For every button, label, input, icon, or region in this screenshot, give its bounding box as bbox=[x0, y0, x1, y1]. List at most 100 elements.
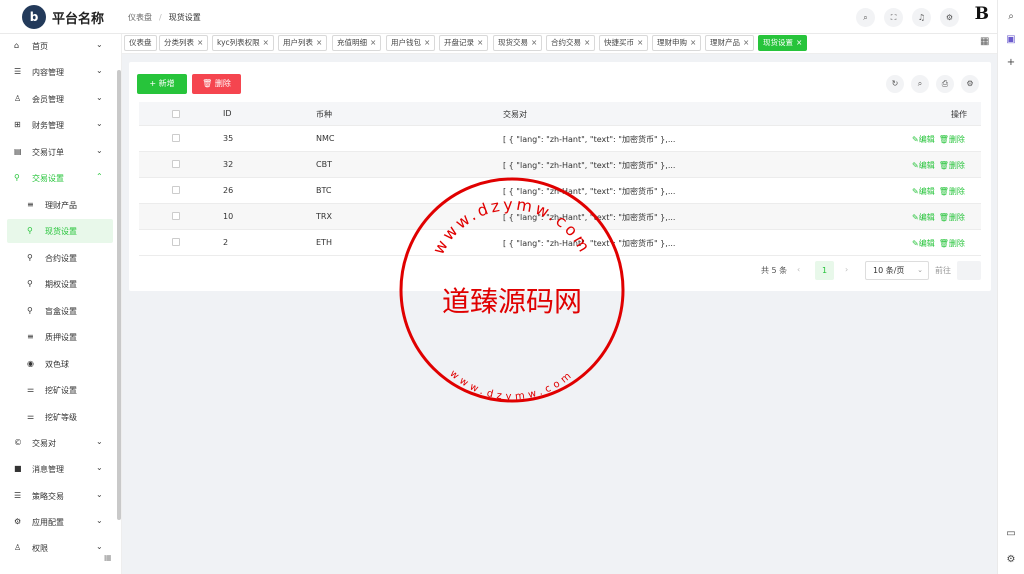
row-checkbox[interactable] bbox=[172, 186, 180, 194]
tab-quick-buy[interactable]: 快捷买币 × bbox=[599, 35, 649, 51]
tab-wealth-subscription[interactable]: 理财申购 × bbox=[652, 35, 702, 51]
sidebar-item-strategy-trading[interactable]: ☰ 策略交易 ⌄ bbox=[0, 484, 117, 508]
brand-b-icon[interactable]: B bbox=[975, 4, 989, 24]
tab-contract-trading[interactable]: 合约交易 × bbox=[546, 35, 596, 51]
close-icon[interactable]: × bbox=[531, 38, 537, 47]
close-icon[interactable]: × bbox=[477, 38, 483, 47]
close-icon[interactable]: × bbox=[197, 38, 203, 47]
tab-label: 现货设置 bbox=[763, 38, 793, 47]
tab-wealth-products[interactable]: 理财产品 × bbox=[705, 35, 755, 51]
sidebar-item-orders[interactable]: ▤ 交易订单 ⌄ bbox=[0, 140, 117, 164]
profile-icon[interactable]: ▣ bbox=[1004, 33, 1018, 47]
delete-link[interactable]: 🗑删除 bbox=[939, 135, 965, 144]
column-settings-icon[interactable]: ⚙ bbox=[961, 75, 979, 93]
row-checkbox[interactable] bbox=[172, 212, 180, 220]
goto-page-input[interactable] bbox=[957, 261, 981, 280]
column-header-id[interactable]: ID bbox=[223, 109, 232, 118]
table-row[interactable]: 10 TRX [ { "lang": "zh-Hant", "text": "加… bbox=[139, 204, 981, 230]
settings-icon[interactable]: ⚙ bbox=[940, 8, 959, 27]
search-icon[interactable]: ⌕ bbox=[1004, 10, 1018, 24]
tab-category-list[interactable]: 分类列表 × bbox=[159, 35, 209, 51]
pagination-page[interactable]: 1 bbox=[815, 261, 834, 280]
sidebar-item-trading-pairs[interactable]: © 交易对 ⌄ bbox=[0, 431, 117, 455]
tab-spot-settings[interactable]: 现货设置 × bbox=[758, 35, 808, 51]
delete-link[interactable]: 🗑删除 bbox=[939, 213, 965, 222]
close-icon[interactable]: × bbox=[424, 38, 430, 47]
collapse-icon[interactable]: ▦ bbox=[104, 553, 112, 562]
edit-link[interactable]: ✎编辑 bbox=[912, 161, 935, 170]
close-icon[interactable]: × bbox=[370, 38, 376, 47]
close-icon[interactable]: × bbox=[584, 38, 590, 47]
sidebar-item-messages[interactable]: ■ 消息管理 ⌄ bbox=[0, 457, 117, 481]
column-header-pair[interactable]: 交易对 bbox=[503, 109, 527, 120]
row-actions: ✎编辑 🗑删除 bbox=[912, 186, 965, 197]
table-row[interactable]: 2 ETH [ { "lang": "zh-Hant", "text": "加密… bbox=[139, 230, 981, 256]
sidebar-item-finance[interactable]: ⊞ 财务管理 ⌄ bbox=[0, 113, 117, 137]
sidebar-item-contract-settings[interactable]: ⚲ 合约设置 bbox=[0, 246, 117, 270]
row-checkbox[interactable] bbox=[172, 238, 180, 246]
table-row[interactable]: 26 BTC [ { "lang": "zh-Hant", "text": "加… bbox=[139, 178, 981, 204]
sidebar-scrollbar[interactable] bbox=[117, 70, 121, 520]
row-checkbox[interactable] bbox=[172, 134, 180, 142]
page-size-select[interactable]: 10 条/页 ⌄ bbox=[865, 261, 929, 280]
close-icon[interactable]: × bbox=[743, 38, 749, 47]
edit-link[interactable]: ✎编辑 bbox=[912, 239, 935, 248]
tab-user-list[interactable]: 用户列表 × bbox=[278, 35, 328, 51]
gear-icon[interactable]: ⚙ bbox=[1004, 553, 1018, 567]
tab-dashboard[interactable]: 仪表盘 bbox=[124, 35, 157, 51]
sidebar-item-double-color-ball[interactable]: ◉ 双色球 bbox=[0, 352, 117, 376]
close-icon[interactable]: × bbox=[796, 38, 802, 47]
tab-user-wallet[interactable]: 用户钱包 × bbox=[386, 35, 436, 51]
close-icon[interactable]: × bbox=[690, 38, 696, 47]
print-icon[interactable]: ⎙ bbox=[936, 75, 954, 93]
app-logo[interactable]: b bbox=[22, 5, 46, 29]
sidebar-item-mining-settings[interactable]: ⚌ 挖矿设置 bbox=[0, 378, 117, 402]
row-actions: ✎编辑 🗑删除 bbox=[912, 160, 965, 171]
row-checkbox[interactable] bbox=[172, 160, 180, 168]
tab-spot-trading[interactable]: 现货交易 × bbox=[493, 35, 543, 51]
column-header-coin[interactable]: 币种 bbox=[316, 109, 332, 120]
plus-icon[interactable]: + bbox=[1004, 56, 1018, 70]
fullscreen-icon[interactable]: ⛶ bbox=[884, 8, 903, 27]
grid-menu-icon[interactable]: ▦ bbox=[980, 36, 989, 47]
edit-link[interactable]: ✎编辑 bbox=[912, 135, 935, 144]
sidebar-item-content[interactable]: ☰ 内容管理 ⌄ bbox=[0, 60, 117, 84]
refresh-icon[interactable]: ↻ bbox=[886, 75, 904, 93]
sidebar-item-permissions[interactable]: ♙ 权限 ⌄ bbox=[0, 536, 117, 560]
tab-label: 仪表盘 bbox=[129, 38, 152, 47]
screen-icon[interactable]: ▭ bbox=[1004, 527, 1018, 541]
delete-link[interactable]: 🗑删除 bbox=[939, 187, 965, 196]
sidebar-item-options-settings[interactable]: ⚲ 期权设置 bbox=[0, 272, 117, 296]
sidebar-item-blindbox-settings[interactable]: ⚲ 盲盒设置 bbox=[0, 299, 117, 323]
sidebar-item-members[interactable]: ♙ 会员管理 ⌄ bbox=[0, 87, 117, 111]
sidebar-item-staking-settings[interactable]: ≡ 质押设置 bbox=[0, 325, 117, 349]
table-row[interactable]: 32 CBT [ { "lang": "zh-Hant", "text": "加… bbox=[139, 152, 981, 178]
select-all-checkbox[interactable] bbox=[172, 110, 180, 118]
sidebar-item-mining-levels[interactable]: ⚌ 挖矿等级 bbox=[0, 405, 117, 429]
sidebar-item-spot-settings[interactable]: ⚲ 现货设置 bbox=[7, 219, 113, 243]
sidebar-item-app-config[interactable]: ⚙ 应用配置 ⌄ bbox=[0, 510, 117, 534]
tab-recharge-details[interactable]: 充值明细 × bbox=[332, 35, 382, 51]
add-button[interactable]: + 新增 bbox=[137, 74, 187, 94]
table-row[interactable]: 35 NMC [ { "lang": "zh-Hant", "text": "加… bbox=[139, 126, 981, 152]
search-icon[interactable]: ⌕ bbox=[911, 75, 929, 93]
list-icon: ☰ bbox=[14, 491, 22, 500]
delete-link[interactable]: 🗑删除 bbox=[939, 161, 965, 170]
delete-button[interactable]: 🗑 删除 bbox=[192, 74, 241, 94]
sidebar-item-trade-settings[interactable]: ⚲ 交易设置 ⌃ bbox=[0, 166, 117, 190]
breadcrumb-root[interactable]: 仪表盘 bbox=[128, 13, 152, 22]
delete-link[interactable]: 🗑删除 bbox=[939, 239, 965, 248]
chevron-right-icon[interactable]: › bbox=[845, 265, 848, 274]
close-icon[interactable]: × bbox=[316, 38, 322, 47]
sidebar-item-wealth-products[interactable]: ≡ 理财产品 bbox=[0, 193, 117, 217]
search-icon[interactable]: ⌕ bbox=[856, 8, 875, 27]
chevron-left-icon[interactable]: ‹ bbox=[797, 265, 800, 274]
tab-opening-records[interactable]: 开盘记录 × bbox=[439, 35, 489, 51]
sidebar-item-home[interactable]: ⌂ 首页 ⌄ bbox=[0, 34, 117, 58]
edit-link[interactable]: ✎编辑 bbox=[912, 187, 935, 196]
edit-link[interactable]: ✎编辑 bbox=[912, 213, 935, 222]
close-icon[interactable]: × bbox=[263, 38, 269, 47]
close-icon[interactable]: × bbox=[637, 38, 643, 47]
tab-kyc-list[interactable]: kyc列表权限 × bbox=[212, 35, 274, 51]
bell-icon[interactable]: ♫ bbox=[912, 8, 931, 27]
